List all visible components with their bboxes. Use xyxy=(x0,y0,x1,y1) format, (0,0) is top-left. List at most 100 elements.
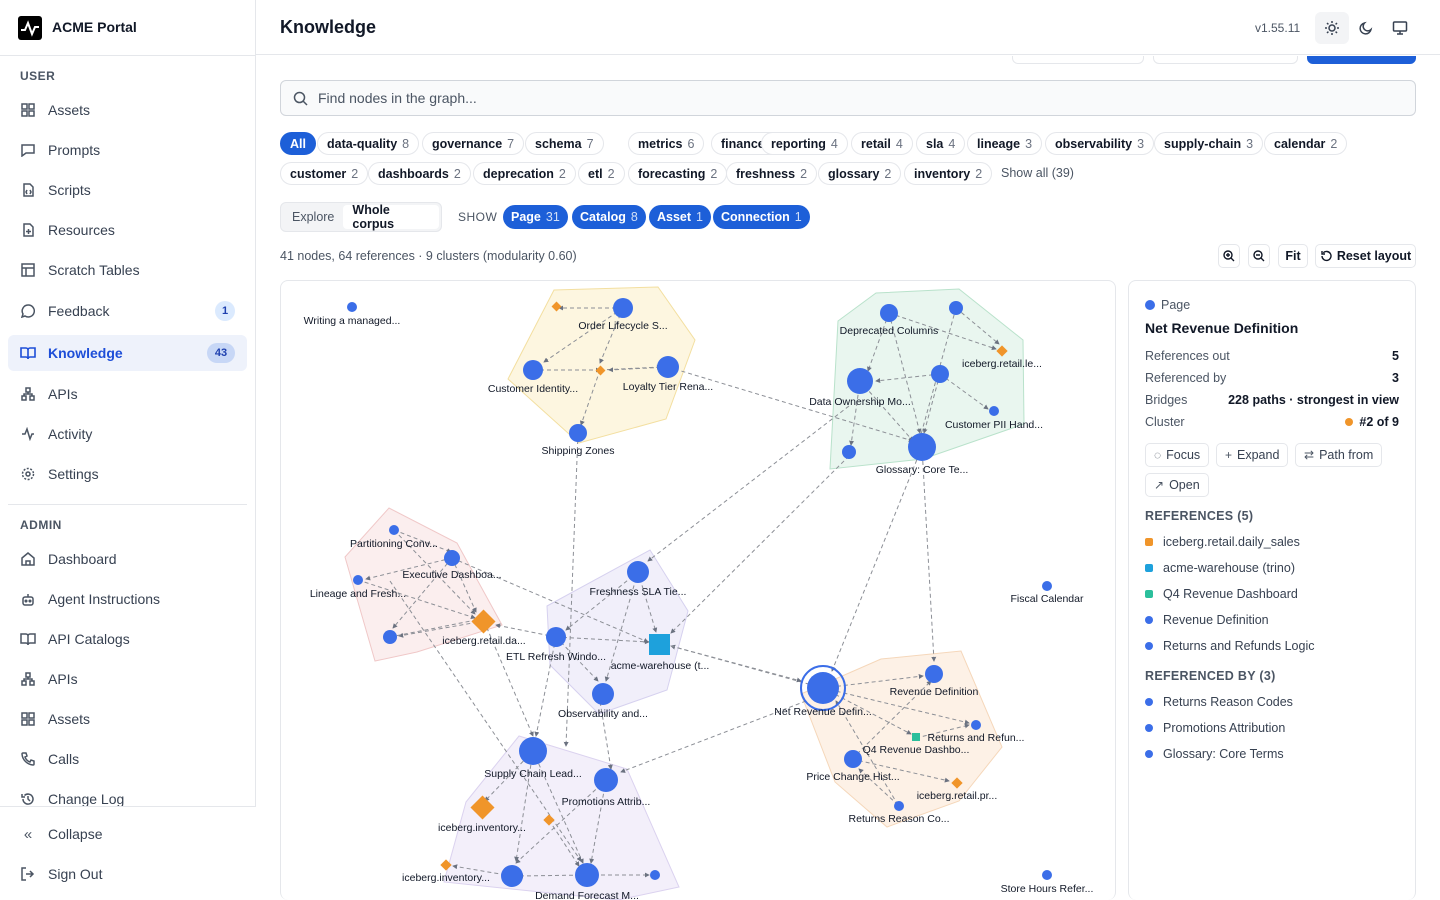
reference-item[interactable]: Returns and Refunds Logic xyxy=(1145,639,1314,653)
tag-chip-All[interactable]: All xyxy=(280,132,316,155)
sidebar-item-resources[interactable]: Resources xyxy=(8,212,247,248)
tag-chip-deprecation[interactable]: deprecation 2 xyxy=(473,162,576,185)
sign-out-button[interactable]: Sign Out xyxy=(8,856,247,892)
type-filter-asset[interactable]: Asset 1 xyxy=(649,205,711,229)
reference-item[interactable]: iceberg.retail.daily_sales xyxy=(1145,535,1300,549)
type-filter-catalog[interactable]: Catalog 8 xyxy=(572,205,646,229)
collapse-button[interactable]: « Collapse xyxy=(8,816,247,852)
graph-canvas[interactable]: Writing a managed... Order Lifecycle S..… xyxy=(281,281,1116,900)
sidebar-divider xyxy=(8,504,247,505)
tag-chip-glossary[interactable]: glossary 2 xyxy=(818,162,902,185)
node-label: iceberg.inventory... xyxy=(438,822,526,834)
logo xyxy=(18,16,42,40)
node-supply-chain xyxy=(519,737,547,765)
open-button[interactable]: ↗ Open xyxy=(1145,473,1209,497)
light-theme-button[interactable] xyxy=(1315,12,1349,44)
knowledge-count-badge: 43 xyxy=(207,343,235,363)
page-icon xyxy=(1145,698,1153,706)
tag-chip-calendar[interactable]: calendar 2 xyxy=(1264,132,1348,155)
reference-item[interactable]: Revenue Definition xyxy=(1145,613,1269,627)
book-icon xyxy=(20,631,36,647)
tag-count: 7 xyxy=(507,136,515,151)
node-red-low xyxy=(383,630,397,644)
tag-chip-metrics[interactable]: metrics 6 xyxy=(628,132,705,155)
path-from-button[interactable]: ⇄ Path from xyxy=(1295,443,1383,467)
node-label: Fiscal Calendar xyxy=(1011,593,1084,605)
explore-mode-tab[interactable]: Explore xyxy=(283,205,343,229)
tag-chip-sla[interactable]: sla 4 xyxy=(916,132,966,155)
sidebar-item-admin-assets[interactable]: Assets xyxy=(8,701,247,737)
node-net-revenue xyxy=(807,672,839,704)
zoom-in-button[interactable] xyxy=(1218,244,1240,268)
sidebar-item-label: Knowledge xyxy=(48,345,123,361)
tag-count: 4 xyxy=(895,136,903,151)
node-label: iceberg.retail.da... xyxy=(442,635,525,647)
sidebar-item-prompts[interactable]: Prompts xyxy=(8,132,247,168)
node-revenue-definition xyxy=(925,665,943,683)
tag-chip-retail[interactable]: retail 4 xyxy=(851,132,913,155)
sidebar-item-apis[interactable]: APIs xyxy=(8,376,247,412)
reference-item[interactable]: acme-warehouse (trino) xyxy=(1145,561,1295,575)
node-partitioning xyxy=(389,525,399,535)
references-title: REFERENCES (5) xyxy=(1145,509,1254,523)
type-filter-page[interactable]: Page 31 xyxy=(503,205,568,229)
sidebar-item-assets[interactable]: Assets xyxy=(8,92,247,128)
sidebar-item-dashboard[interactable]: Dashboard xyxy=(8,541,247,577)
tag-chip-supply-chain[interactable]: supply-chain 3 xyxy=(1154,132,1264,155)
tag-chip-dashboards[interactable]: dashboards 2 xyxy=(368,162,471,185)
tag-chip-data-quality[interactable]: data-quality 8 xyxy=(317,132,420,155)
expand-button[interactable]: + Expand xyxy=(1216,443,1289,467)
fit-button[interactable]: Fit xyxy=(1278,244,1308,268)
tag-chip-inventory[interactable]: inventory 2 xyxy=(904,162,993,185)
sidebar-item-scratch-tables[interactable]: Scratch Tables xyxy=(8,252,247,288)
tag-chip-observability[interactable]: observability 3 xyxy=(1045,132,1155,155)
referenced-by-item[interactable]: Returns Reason Codes xyxy=(1145,695,1293,709)
sidebar-item-agent-instructions[interactable]: Agent Instructions xyxy=(8,581,247,617)
graph-search-input[interactable] xyxy=(318,90,1318,106)
tag-label: calendar xyxy=(1274,136,1326,151)
whole-corpus-tab[interactable]: Whole corpus xyxy=(343,203,439,231)
history-icon xyxy=(20,791,36,807)
open-label: Open xyxy=(1169,478,1200,492)
sidebar-item-settings[interactable]: Settings xyxy=(8,456,247,492)
referenced-by-item[interactable]: Promotions Attribution xyxy=(1145,721,1285,735)
sidebar-item-feedback[interactable]: Feedback 1 xyxy=(8,293,247,329)
tag-chip-governance[interactable]: governance 7 xyxy=(422,132,525,155)
sidebar-item-admin-apis[interactable]: APIs xyxy=(8,661,247,697)
referenced-by-item[interactable]: Glossary: Core Terms xyxy=(1145,747,1284,761)
sidebar-divider xyxy=(0,55,256,56)
focus-button[interactable]: ◌ Focus xyxy=(1145,443,1210,467)
section-admin: ADMIN xyxy=(20,518,62,532)
top-header: Knowledge v1.55.11 xyxy=(256,0,1440,55)
sidebar-item-calls[interactable]: Calls xyxy=(8,741,247,777)
node-label: Returns and Refun... xyxy=(928,732,1025,744)
sidebar-item-activity[interactable]: Activity xyxy=(8,416,247,452)
zoom-out-button[interactable] xyxy=(1248,244,1270,268)
sidebar-item-api-catalogs[interactable]: API Catalogs xyxy=(8,621,247,657)
tag-count: 8 xyxy=(402,136,410,151)
node-promotions xyxy=(594,768,618,792)
tag-chip-reporting[interactable]: reporting 4 xyxy=(761,132,848,155)
tag-chip-lineage[interactable]: lineage 3 xyxy=(967,132,1043,155)
type-filter-connection[interactable]: Connection 1 xyxy=(713,205,810,229)
tag-chip-schema[interactable]: schema 7 xyxy=(525,132,604,155)
zoom-in-icon xyxy=(1223,250,1235,262)
sidebar-item-label: Prompts xyxy=(48,142,101,158)
tag-count: 6 xyxy=(687,136,695,151)
hidden-select xyxy=(1153,56,1298,64)
show-all-tags-link[interactable]: Show all (39) xyxy=(1001,166,1074,180)
sidebar-item-knowledge[interactable]: Knowledge 43 xyxy=(8,335,247,371)
tag-count: 4 xyxy=(830,136,838,151)
reference-item[interactable]: Q4 Revenue Dashboard xyxy=(1145,587,1298,601)
tag-chip-freshness[interactable]: freshness 2 xyxy=(726,162,818,185)
reset-layout-button[interactable]: Reset layout xyxy=(1315,244,1416,268)
tag-chip-customer[interactable]: customer 2 xyxy=(280,162,369,185)
knowledge-graph[interactable]: Writing a managed... Order Lifecycle S..… xyxy=(280,280,1116,900)
system-theme-button[interactable] xyxy=(1383,12,1417,44)
home-icon xyxy=(20,551,36,567)
tag-chip-etl[interactable]: etl 2 xyxy=(578,162,625,185)
dark-theme-button[interactable] xyxy=(1349,12,1383,44)
tag-chip-forecasting[interactable]: forecasting 2 xyxy=(628,162,728,185)
node-label: acme-warehouse (t... xyxy=(611,660,710,672)
sidebar-item-scripts[interactable]: Scripts xyxy=(8,172,247,208)
